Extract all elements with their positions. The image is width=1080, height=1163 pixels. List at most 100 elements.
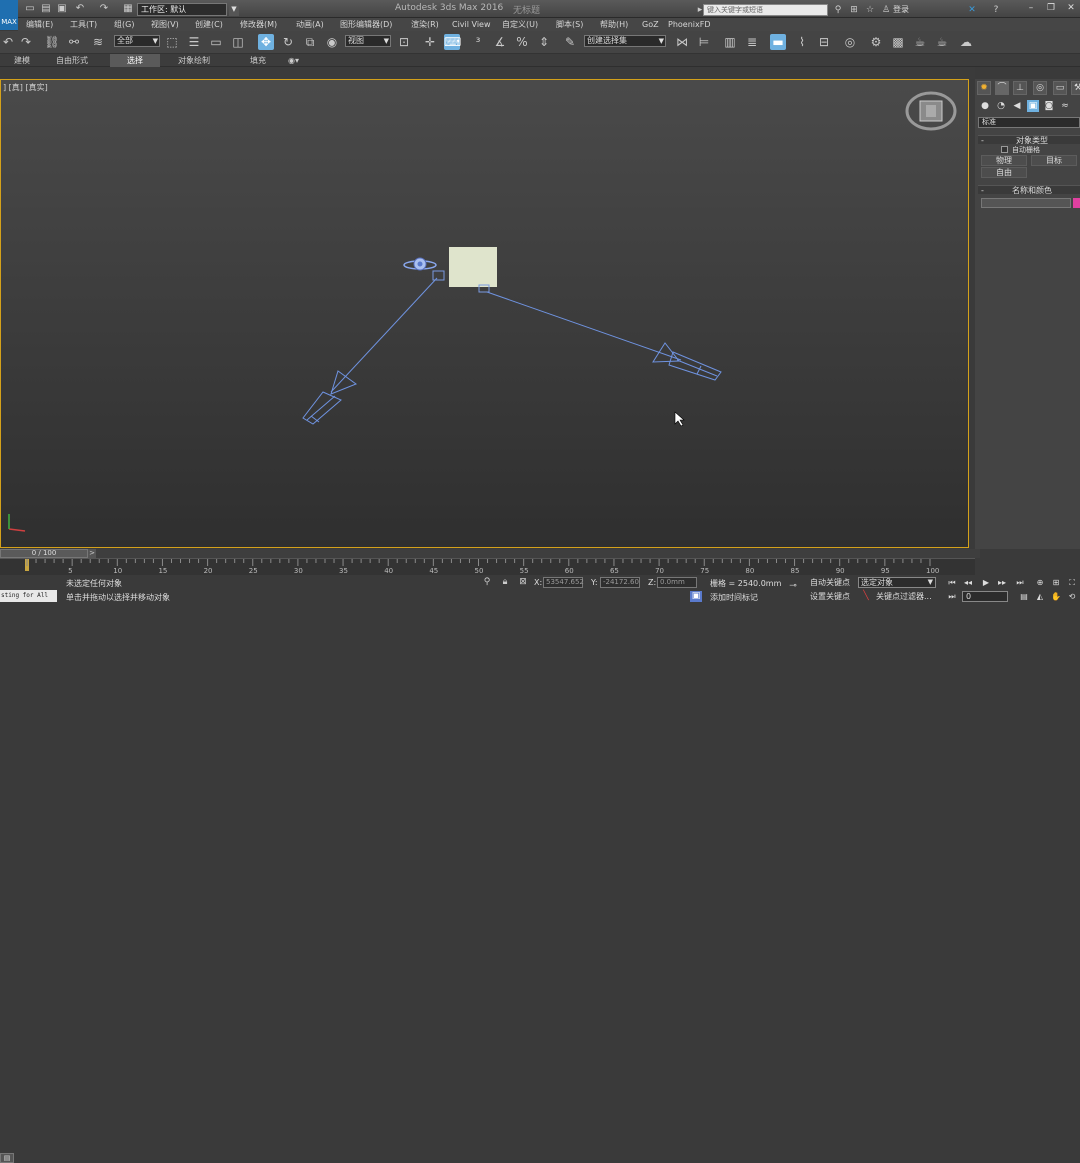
modify-tab-icon[interactable]: ⌒ [995, 81, 1009, 95]
helpers-category-icon[interactable]: ◙ [1043, 100, 1055, 112]
user-icon[interactable]: ♙ [880, 4, 892, 16]
redo-icon[interactable]: ↷ [18, 34, 34, 50]
named-selection-dropdown[interactable]: 创建选择集 ▼ [584, 35, 666, 47]
snaps-toggle-icon[interactable]: ³ [470, 34, 486, 50]
tab-selection[interactable]: 选择 [110, 54, 160, 67]
menu-civil-view[interactable]: Civil View [452, 19, 491, 30]
menu-goz[interactable]: GoZ [642, 19, 659, 30]
unlink-icon[interactable]: ⚯ [66, 34, 82, 50]
menu-group[interactable]: 组(G) [114, 19, 134, 30]
subscription-icon[interactable]: ⊞ [848, 4, 860, 16]
maxscript-toggle-icon[interactable]: ▤ [0, 1153, 14, 1163]
time-next-button[interactable]: > [88, 549, 96, 558]
menu-rendering[interactable]: 渲染(R) [411, 19, 439, 30]
shapes-category-icon[interactable]: ◔ [995, 100, 1007, 112]
motion-tab-icon[interactable]: ◎ [1033, 81, 1047, 95]
object-type-rollout[interactable]: - 对象类型 [978, 135, 1080, 145]
z-coord-field[interactable]: 0.0mm [657, 577, 697, 588]
isolate-selection-icon[interactable]: ⚲ [482, 577, 492, 588]
mirror-icon[interactable]: ⋈ [674, 34, 690, 50]
menu-animation[interactable]: 动画(A) [296, 19, 324, 30]
play-icon[interactable]: ▶ [980, 577, 992, 588]
selection-filter-dropdown[interactable]: 全部 ▼ [114, 35, 160, 47]
x-coord-field[interactable]: 53547.652 [543, 577, 584, 588]
select-and-place-icon[interactable]: ◉ [324, 34, 340, 50]
menu-graph-editors[interactable]: 图形编辑器(D) [340, 19, 392, 30]
render-setup-icon[interactable]: ⚙ [868, 34, 884, 50]
tab-modeling[interactable]: 建模 [8, 54, 36, 67]
star-icon[interactable]: ☆ [864, 4, 876, 16]
track-bar[interactable]: 5 10 15 20 25 30 35 40 45 50 55 60 65 70 75 80 85 90 95 100 [0, 558, 975, 575]
select-manipulate-icon[interactable]: ✛ [422, 34, 438, 50]
workspace-dropdown-arrow-icon[interactable]: ▼ [229, 3, 239, 16]
object-category-dropdown[interactable]: 标准 [978, 117, 1080, 128]
autogrid-checkbox[interactable] [1001, 146, 1008, 153]
go-to-end-icon[interactable]: ⏭ [1014, 577, 1026, 588]
absolute-mode-icon[interactable]: ⊠ [518, 577, 528, 588]
menu-customize[interactable]: 自定义(U) [502, 19, 538, 30]
physical-camera-button[interactable]: 物理 [981, 155, 1027, 166]
help-icon[interactable]: ? [990, 4, 1002, 16]
redo-icon[interactable]: ↷ [98, 3, 110, 15]
reference-coordinate-dropdown[interactable]: 视图 ▼ [345, 35, 391, 47]
search-input[interactable]: 键入关键字或短语 [703, 4, 828, 16]
login-link[interactable]: 登录 [893, 4, 909, 15]
space-warps-category-icon[interactable]: ≈ [1059, 100, 1071, 112]
menu-tools[interactable]: 工具(T) [70, 19, 97, 30]
light-panel-object[interactable] [449, 247, 497, 287]
rollout-collapse-icon[interactable]: - [981, 136, 984, 145]
app-logo[interactable]: MAX [0, 0, 18, 30]
lights-category-icon[interactable]: ◀ [1011, 100, 1023, 112]
light-source-object[interactable] [403, 257, 437, 271]
material-editor-icon[interactable]: ◎ [842, 34, 858, 50]
spinner-snap-icon[interactable]: ⇕ [536, 34, 552, 50]
menu-modifiers[interactable]: 修改器(M) [240, 19, 277, 30]
key-filter-icon[interactable]: ╲ [860, 591, 872, 602]
camera-object-right[interactable] [652, 342, 722, 381]
orbit-icon[interactable]: ⟲ [1066, 591, 1078, 602]
key-filters-button[interactable]: 关键点过滤器... [876, 591, 932, 602]
menu-create[interactable]: 创建(C) [195, 19, 223, 30]
previous-frame-icon[interactable]: ◂◂ [962, 577, 974, 588]
render-production-icon[interactable]: ☕ [912, 34, 928, 50]
key-mode-toggle-icon[interactable]: ⏭ [946, 591, 958, 602]
bind-space-warp-icon[interactable]: ≋ [90, 34, 106, 50]
object-color-swatch[interactable] [1073, 198, 1080, 208]
close-icon[interactable]: ✕ [1062, 2, 1080, 15]
link-icon[interactable]: ⛓ [44, 34, 60, 50]
current-frame-input[interactable]: 0 [962, 591, 1008, 602]
add-time-tag-button[interactable]: 添加时间标记 [710, 592, 758, 603]
undo-icon[interactable]: ↶ [0, 34, 16, 50]
undo-icon[interactable]: ↶ [74, 3, 86, 15]
rectangular-selection-icon[interactable]: ▭ [208, 34, 224, 50]
target-marker[interactable] [432, 270, 445, 281]
binoculars-icon[interactable]: ⚲ [832, 4, 844, 16]
select-by-name-icon[interactable]: ☰ [186, 34, 202, 50]
percent-snap-icon[interactable]: % [514, 34, 530, 50]
go-to-start-icon[interactable]: ⏮ [946, 577, 958, 588]
utilities-tab-icon[interactable]: ⚒ [1071, 81, 1080, 95]
create-tab-sun-icon[interactable]: ✹ [977, 81, 991, 95]
zoom-extents-icon[interactable]: ⛶ [1066, 577, 1078, 588]
field-of-view-icon[interactable]: ◭ [1034, 591, 1046, 602]
free-camera-button[interactable]: 自由 [981, 167, 1027, 178]
keyboard-shortcut-override-icon[interactable]: ⌨ [444, 34, 461, 50]
zoom-all-icon[interactable]: ⊞ [1050, 577, 1062, 588]
selection-lock-icon[interactable]: 🔒︎ [500, 577, 510, 588]
curve-editor-icon[interactable]: ⌇ [794, 34, 810, 50]
menu-help[interactable]: 帮助(H) [600, 19, 628, 30]
target-camera-button[interactable]: 目标 [1031, 155, 1077, 166]
render-in-cloud-icon[interactable]: ☁ [958, 34, 974, 50]
exchange-x-icon[interactable]: ✕ [966, 4, 978, 16]
toggle-scene-explorer-icon[interactable]: ▥ [722, 34, 738, 50]
select-and-scale-icon[interactable]: ⧉ [302, 34, 318, 50]
zoom-icon[interactable]: ⊕ [1034, 577, 1046, 588]
time-slider[interactable]: 0 / 100 [0, 549, 88, 558]
perspective-viewport[interactable]: ] [真] [真实] [0, 79, 969, 548]
ribbon-toggle-icon[interactable]: ▬ [770, 34, 786, 50]
key-mode-dropdown[interactable]: 选定对象 ▼ [858, 577, 936, 588]
cameras-category-icon[interactable]: ▣ [1027, 100, 1039, 112]
key-icon[interactable]: ⊸ [784, 581, 802, 592]
tab-object-paint[interactable]: 对象绘制 [172, 54, 216, 67]
open-file-icon[interactable]: ▤ [40, 3, 52, 15]
